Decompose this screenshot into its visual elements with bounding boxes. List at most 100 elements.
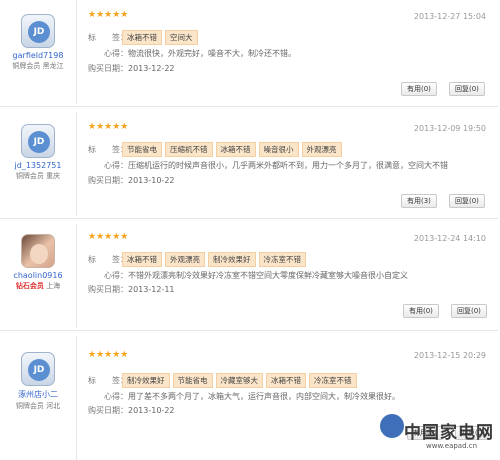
review-date: 2013-12-09 19:50 [413, 124, 486, 133]
tags-label: 标 签： [88, 376, 128, 385]
username[interactable]: 涿州店小二 [0, 389, 76, 400]
jd-icon: JD [28, 359, 50, 381]
tag: 节能省电 [122, 142, 162, 157]
site-watermark: 中国家电网 www.eapad.cn [378, 408, 496, 458]
experience-text: 不错外观漂亮制冷效果好冷冻室不错空间大零度保鲜冷藏室够大噪音很小自定义 [128, 271, 408, 280]
purchase-date-line: 购买日期：2013-10-22 [88, 175, 175, 186]
experience-line: 心得：压缩机运行的时候声音很小，几乎两米外都听不到，用力一个多月了，很满意，空间… [104, 160, 448, 171]
user-level: 铜牌会员 [15, 402, 44, 410]
user-level-location: 钻石会员 上海 [0, 281, 76, 291]
tag: 噪音很小 [258, 142, 299, 157]
user-photo-icon [30, 244, 48, 264]
purchase-date-line: 购买日期：2013-12-11 [88, 284, 175, 295]
user-location: 重庆 [46, 172, 61, 180]
useful-button[interactable]: 有用(0) [401, 82, 437, 96]
username[interactable]: jd_1352751 [0, 161, 76, 170]
purchase-date: 2013-10-22 [128, 176, 175, 185]
avatar[interactable]: JD [21, 352, 55, 386]
tag: 节能省电 [172, 373, 213, 388]
tag: 空间大 [165, 30, 198, 45]
experience-label: 心得： [104, 392, 128, 401]
review-divider [0, 106, 498, 107]
experience-line: 心得：用了差不多两个月了，冰箱大气，运行声音很，内部空间大，制冷效果很好。 [104, 391, 400, 402]
tag-row: 标 签：冰箱不错 空间大 [88, 30, 201, 45]
tag-row: 标 签：制冷效果好 节能省电 冷藏室够大 冰箱不错 冷冻室不错 [88, 373, 360, 388]
tag: 制冷效果好 [122, 373, 170, 388]
avatar[interactable]: JD [21, 124, 55, 158]
experience-line: 心得：物流很快，外观完好，噪音不大，制冷还不错。 [104, 48, 296, 59]
tag: 冰箱不错 [122, 30, 162, 45]
tag: 制冷效果好 [208, 252, 256, 267]
experience-label: 心得： [104, 271, 128, 280]
review-date: 2013-12-27 15:04 [413, 12, 486, 21]
rating-stars: ★★★★★ [88, 122, 129, 132]
purchase-date: 2013-12-22 [128, 64, 175, 73]
user-level: 钻石会员 [15, 282, 44, 290]
purchase-date: 2013-12-11 [128, 285, 175, 294]
user-level: 铜牌会员 [12, 62, 41, 70]
rating-stars: ★★★★★ [88, 10, 129, 20]
experience-text: 物流很快，外观完好，噪音不大，制冷还不错。 [128, 49, 296, 58]
avatar[interactable] [21, 234, 55, 268]
purchase-date-label: 购买日期： [88, 64, 128, 73]
reply-button[interactable]: 回复(0) [449, 82, 485, 96]
watermark-url: www.eapad.cn [426, 442, 478, 450]
rating-stars: ★★★★★ [88, 350, 129, 360]
review-divider [0, 330, 498, 331]
tag: 冷冻室不错 [309, 373, 357, 388]
column-divider [76, 336, 77, 460]
experience-label: 心得： [104, 49, 128, 58]
user-location: 黑龙江 [42, 62, 64, 70]
tag: 压缩机不错 [165, 142, 213, 157]
user-level-location: 铜牌会员 重庆 [0, 171, 76, 181]
experience-label: 心得： [104, 161, 128, 170]
jd-icon: JD [28, 131, 50, 153]
user-info: chaolin0916 钻石会员 上海 [0, 234, 76, 291]
user-location: 河北 [46, 402, 61, 410]
reply-button[interactable]: 回复(0) [449, 194, 485, 208]
jd-icon: JD [28, 21, 50, 43]
purchase-date-line: 购买日期：2013-10-22 [88, 405, 175, 416]
user-level: 铜牌会员 [15, 172, 44, 180]
experience-text: 压缩机运行的时候声音很小，几乎两米外都听不到，用力一个多月了，很满意，空间大不错 [128, 161, 448, 170]
tag: 外观漂亮 [165, 252, 205, 267]
avatar[interactable]: JD [21, 14, 55, 48]
useful-button[interactable]: 有用(0) [403, 304, 439, 318]
username[interactable]: chaolin0916 [0, 271, 76, 280]
tag: 冰箱不错 [215, 142, 256, 157]
review-divider [0, 218, 498, 219]
useful-button[interactable]: 有用(3) [401, 194, 437, 208]
purchase-date-line: 购买日期：2013-12-22 [88, 63, 175, 74]
tags-label: 标 签： [88, 33, 128, 42]
review-date: 2013-12-24 14:10 [413, 234, 486, 243]
purchase-date-label: 购买日期： [88, 285, 128, 294]
column-divider [76, 112, 77, 216]
user-info: JD 涿州店小二 铜牌会员 河北 [0, 352, 76, 411]
user-level-location: 铜牌会员 黑龙江 [0, 61, 76, 71]
reply-button[interactable]: 回复(0) [451, 304, 487, 318]
purchase-date: 2013-10-22 [128, 406, 175, 415]
tag: 冷藏室够大 [215, 373, 263, 388]
column-divider [76, 224, 77, 328]
column-divider [76, 0, 77, 104]
username[interactable]: garfield7198 [0, 51, 76, 60]
tags-label: 标 签： [88, 255, 128, 264]
tag-row: 标 签：节能省电 压缩机不错 冰箱不错 噪音很小 外观漂亮 [88, 142, 345, 157]
experience-text: 用了差不多两个月了，冰箱大气，运行声音很，内部空间大，制冷效果很好。 [128, 392, 400, 401]
watermark-text: 中国家电网 [404, 423, 494, 443]
tag: 外观漂亮 [301, 142, 342, 157]
rating-stars: ★★★★★ [88, 232, 129, 242]
tag: 冰箱不错 [266, 373, 306, 388]
experience-line: 心得：不错外观漂亮制冷效果好冷冻室不错空间大零度保鲜冷藏室够大噪音很小自定义 [104, 270, 408, 281]
purchase-date-label: 购买日期： [88, 406, 128, 415]
review-date: 2013-12-15 20:29 [413, 351, 486, 360]
user-info: JD garfield7198 铜牌会员 黑龙江 [0, 14, 76, 71]
tag-row: 标 签：冰箱不错 外观漂亮 制冷效果好 冷冻室不错 [88, 252, 309, 267]
tag: 冷冻室不错 [258, 252, 306, 267]
site-logo-icon [380, 414, 404, 438]
user-level-location: 铜牌会员 河北 [0, 401, 76, 411]
purchase-date-label: 购买日期： [88, 176, 128, 185]
tags-label: 标 签： [88, 145, 128, 154]
tag: 冰箱不错 [122, 252, 162, 267]
user-info: JD jd_1352751 铜牌会员 重庆 [0, 124, 76, 181]
